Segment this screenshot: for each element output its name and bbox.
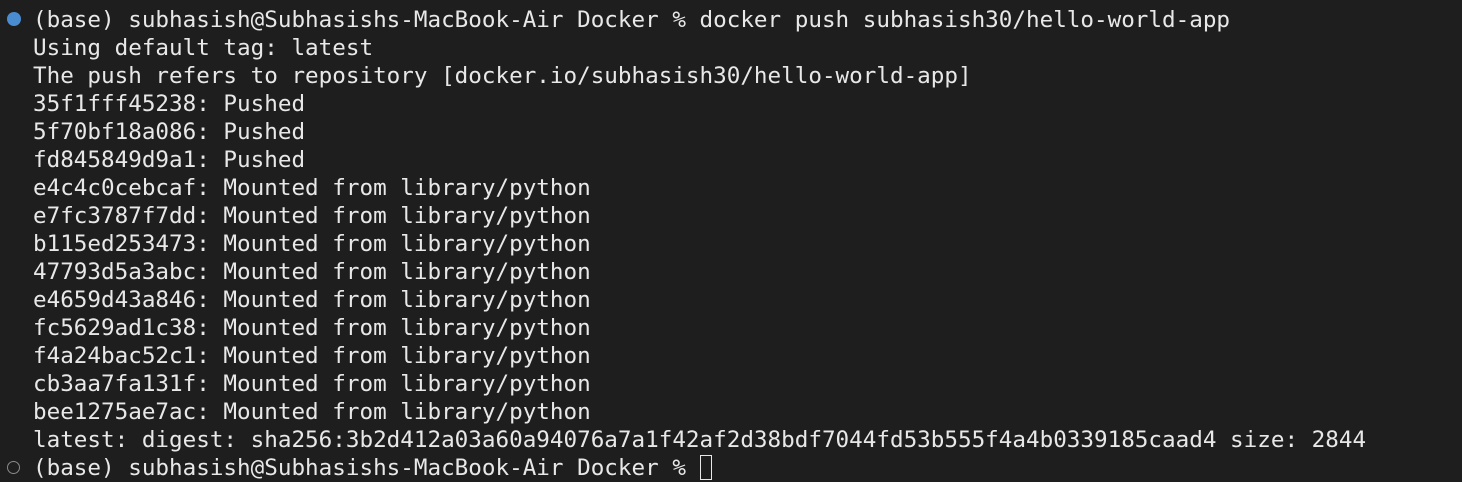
output-line: 5f70bf18a086: Pushed	[33, 119, 306, 145]
output-line: bee1275ae7ac: Mounted from library/pytho…	[33, 399, 591, 425]
output-line: b115ed253473: Mounted from library/pytho…	[33, 231, 591, 257]
output-line: e7fc3787f7dd: Mounted from library/pytho…	[33, 203, 591, 229]
output-line: latest: digest: sha256:3b2d412a03a60a940…	[33, 427, 1367, 453]
current-prompt-line[interactable]: (base) subhasish@Subhasishs-MacBook-Air …	[33, 454, 712, 482]
text-cursor	[699, 455, 712, 480]
output-line: 47793d5a3abc: Mounted from library/pytho…	[33, 259, 591, 285]
prompt-text: (base) subhasish@Subhasishs-MacBook-Air …	[33, 455, 700, 481]
output-line: e4c4c0cebcaf: Mounted from library/pytho…	[33, 175, 591, 201]
command-pending-icon[interactable]	[7, 461, 20, 474]
output-line: cb3aa7fa131f: Mounted from library/pytho…	[33, 371, 591, 397]
terminal-panel[interactable]: (base) subhasish@Subhasishs-MacBook-Air …	[0, 0, 1462, 482]
output-line: f4a24bac52c1: Mounted from library/pytho…	[33, 343, 591, 369]
output-line: fc5629ad1c38: Mounted from library/pytho…	[33, 315, 591, 341]
command-success-icon[interactable]	[7, 12, 21, 26]
output-line: 35f1fff45238: Pushed	[33, 91, 306, 117]
output-line: e4659d43a846: Mounted from library/pytho…	[33, 287, 591, 313]
output-line: fd845849d9a1: Pushed	[33, 147, 306, 173]
output-line: Using default tag: latest	[33, 35, 374, 61]
output-line: The push refers to repository [docker.io…	[33, 63, 972, 89]
command-line: (base) subhasish@Subhasishs-MacBook-Air …	[33, 7, 1231, 33]
